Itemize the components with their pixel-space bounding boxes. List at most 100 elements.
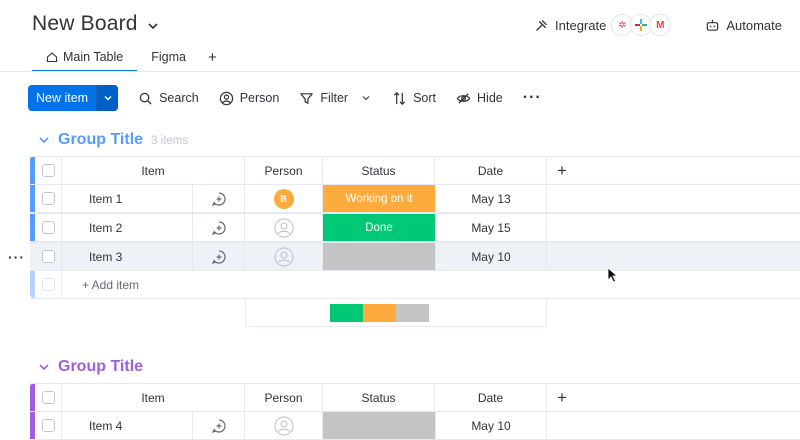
- integration-apps: ✲ M: [611, 14, 672, 36]
- group-2-header[interactable]: Group Title: [38, 358, 143, 376]
- search-icon: [139, 92, 152, 105]
- add-update-icon[interactable]: [211, 191, 227, 207]
- table-row[interactable]: Item 1 B Working on it May 13: [30, 184, 800, 213]
- status-cell[interactable]: Done: [323, 214, 435, 241]
- integrate-icon: [536, 19, 547, 31]
- conversation-cell[interactable]: [193, 243, 245, 270]
- status-summary[interactable]: [245, 298, 547, 327]
- column-header-item[interactable]: Item: [62, 384, 245, 411]
- item-name[interactable]: Item 4: [62, 412, 193, 439]
- person-cell[interactable]: [245, 214, 323, 241]
- date-cell[interactable]: May 10: [435, 243, 547, 270]
- add-update-icon[interactable]: [211, 249, 227, 265]
- item-name[interactable]: Item 3: [62, 243, 193, 270]
- hide-button[interactable]: Hide: [456, 91, 503, 106]
- table-row[interactable]: Item 4 May 10: [30, 411, 800, 440]
- chevron-down-icon[interactable]: [146, 19, 160, 33]
- new-item-button[interactable]: New item: [28, 85, 119, 111]
- sort-button[interactable]: Sort: [392, 91, 436, 106]
- row-select-cell: [35, 185, 62, 212]
- add-item-row[interactable]: + Add item: [30, 270, 800, 299]
- row-select-cell: [35, 271, 62, 298]
- row-checkbox[interactable]: [41, 221, 55, 234]
- column-header-item[interactable]: Item: [62, 157, 245, 184]
- add-item-input[interactable]: + Add item: [62, 271, 562, 298]
- group-item-count: 3 items: [151, 135, 189, 147]
- row-checkbox[interactable]: [41, 250, 55, 263]
- select-all-cell: [35, 157, 62, 184]
- conversation-cell[interactable]: [193, 412, 245, 439]
- search-label: Search: [159, 91, 199, 105]
- add-update-icon[interactable]: [211, 220, 227, 236]
- tab-label: Figma: [151, 50, 186, 64]
- group-1-header[interactable]: Group Title 3 items: [38, 131, 188, 149]
- group-title[interactable]: Group Title: [58, 358, 143, 376]
- row-checkbox[interactable]: [41, 192, 55, 205]
- status-cell[interactable]: [323, 243, 435, 270]
- tabs-divider: [0, 71, 800, 72]
- add-update-icon[interactable]: [211, 418, 227, 434]
- person-cell[interactable]: B: [245, 185, 323, 212]
- avatar[interactable]: B: [273, 188, 294, 209]
- add-column-button[interactable]: +: [547, 157, 577, 184]
- board-toolbar: New item Search Person Filter Sort Hide …: [28, 85, 542, 111]
- column-header-status[interactable]: Status: [323, 157, 435, 184]
- status-cell[interactable]: Working on it: [323, 185, 435, 212]
- person-filter-button[interactable]: Person: [219, 91, 280, 106]
- filter-icon: [300, 92, 314, 104]
- status-cell[interactable]: [323, 412, 435, 439]
- automate-button[interactable]: Automate: [705, 18, 782, 33]
- date-cell[interactable]: May 15: [435, 214, 547, 241]
- search-button[interactable]: Search: [138, 91, 199, 106]
- item-name[interactable]: Item 2: [62, 214, 193, 241]
- gmail-icon: M: [649, 14, 672, 36]
- item-name[interactable]: Item 1: [62, 185, 193, 212]
- add-column-button[interactable]: +: [547, 384, 577, 411]
- status-summary-bar: [330, 304, 429, 322]
- column-header-person[interactable]: Person: [245, 157, 323, 184]
- empty-person-icon[interactable]: [273, 246, 294, 267]
- chevron-down-icon[interactable]: [360, 92, 372, 104]
- sort-label: Sort: [413, 91, 437, 105]
- table-header-row: Item Person Status Date +: [30, 383, 800, 412]
- chevron-down-icon[interactable]: [38, 134, 50, 146]
- status-summary-segment: [395, 304, 429, 322]
- column-header-status[interactable]: Status: [323, 384, 435, 411]
- board-title-text: New Board: [32, 12, 138, 35]
- new-item-label: New item: [36, 91, 89, 105]
- tab-main-table[interactable]: Main Table: [32, 46, 138, 72]
- group-title[interactable]: Group Title: [58, 131, 143, 149]
- empty-person-icon[interactable]: [273, 415, 294, 436]
- select-all-checkbox[interactable]: [41, 164, 55, 177]
- column-header-date[interactable]: Date: [435, 384, 547, 411]
- select-all-cell: [35, 384, 62, 411]
- select-all-checkbox[interactable]: [41, 391, 55, 404]
- integrate-button[interactable]: Integrate ✲ M: [534, 14, 672, 36]
- more-options-icon[interactable]: ···: [523, 89, 542, 107]
- table-row[interactable]: Item 2 Done May 15: [30, 213, 800, 242]
- date-cell[interactable]: May 10: [435, 412, 547, 439]
- header-actions: Integrate ✲ M Automate: [534, 14, 782, 36]
- column-header-date[interactable]: Date: [435, 157, 547, 184]
- add-view-button[interactable]: +: [200, 46, 225, 66]
- tab-figma[interactable]: Figma: [137, 46, 200, 72]
- chevron-down-icon: [104, 96, 112, 101]
- status-summary-segment: [330, 304, 363, 322]
- chevron-down-icon[interactable]: [38, 361, 50, 373]
- row-options-icon[interactable]: ···: [8, 249, 25, 265]
- person-label: Person: [239, 91, 280, 105]
- empty-person-icon[interactable]: [273, 217, 294, 238]
- row-select-cell: [35, 243, 62, 270]
- row-checkbox[interactable]: [41, 419, 55, 432]
- conversation-cell[interactable]: [193, 214, 245, 241]
- person-cell[interactable]: [245, 412, 323, 439]
- column-header-person[interactable]: Person: [245, 384, 323, 411]
- person-cell[interactable]: [245, 243, 323, 270]
- new-item-dropdown[interactable]: [96, 85, 119, 111]
- filter-button[interactable]: Filter: [299, 91, 372, 106]
- date-cell[interactable]: May 13: [435, 185, 547, 212]
- automate-label: Automate: [726, 17, 782, 33]
- table-row[interactable]: Item 3 May 10: [30, 242, 800, 271]
- board-title[interactable]: New Board: [32, 12, 160, 36]
- conversation-cell[interactable]: [193, 185, 245, 212]
